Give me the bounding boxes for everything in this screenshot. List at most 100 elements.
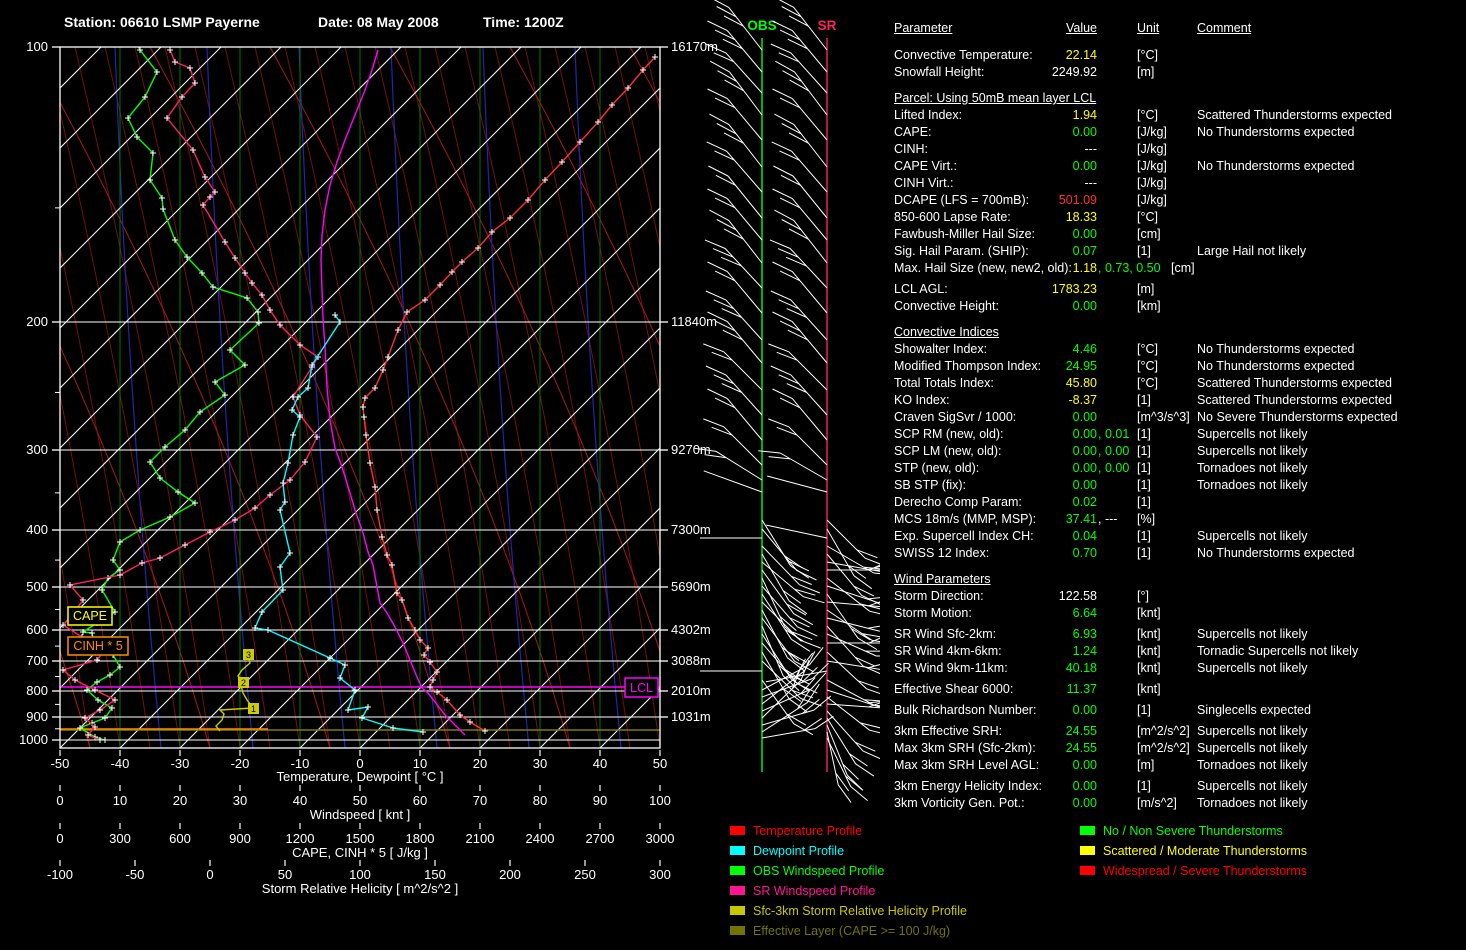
lcl-box-label: LCL bbox=[630, 681, 653, 695]
parameter-value: 0.00 bbox=[980, 124, 1097, 141]
parameter-unit: [J/kg] bbox=[1137, 158, 1167, 175]
windspeed-axis-tick-label: 90 bbox=[593, 793, 607, 808]
parameter-value-2: , 0.00 bbox=[1098, 460, 1129, 477]
parameter-unit: [1] bbox=[1137, 392, 1151, 409]
section-title: Convective Indices bbox=[894, 324, 999, 341]
wind-barb-panel: OBS SR bbox=[694, 0, 880, 803]
parameter-label: CINH: bbox=[894, 141, 928, 158]
wind-barb bbox=[827, 578, 880, 617]
parameter-row: SWISS 12 Index:0.70[1]No Thunderstorms e… bbox=[880, 545, 1466, 562]
wind-barb bbox=[709, 114, 762, 167]
srh-axis-tick-label: 0 bbox=[206, 867, 213, 882]
parameter-row: Exp. Supercell Index CH:0.04[1]Supercell… bbox=[880, 528, 1466, 545]
parameter-unit: [m] bbox=[1137, 281, 1154, 298]
isotherm-line bbox=[180, 47, 880, 748]
moist-adiabat-line bbox=[435, 47, 570, 748]
parameter-row: Max 3km SRH (Sfc-2km):24.55[m^2/s^2]Supe… bbox=[880, 740, 1466, 757]
parameter-value: 1.24 bbox=[980, 643, 1097, 660]
wind-barb bbox=[827, 732, 851, 803]
parameter-label: CAPE Virt.: bbox=[894, 158, 957, 175]
parameter-value-2: , 0.01 bbox=[1098, 426, 1129, 443]
srh-km-marker-label: 2 bbox=[241, 678, 246, 688]
parameter-comment: Scattered Thunderstorms expected bbox=[1197, 107, 1392, 124]
windspeed-axis-tick-label: 60 bbox=[413, 793, 427, 808]
wind-barb bbox=[709, 210, 762, 263]
wind-barb bbox=[774, 210, 827, 263]
parameter-unit: [%] bbox=[1137, 511, 1155, 528]
parameter-label: SWISS 12 Index: bbox=[894, 545, 989, 562]
parameter-comment: No Thunderstorms expected bbox=[1197, 158, 1355, 175]
moist-adiabat-line bbox=[0, 47, 60, 748]
parameter-value: -8.37 bbox=[980, 392, 1097, 409]
parameter-comment: Scattered Thunderstorms expected bbox=[1197, 392, 1392, 409]
legend-item-profile: Effective Layer (CAPE >= 100 J/kg) bbox=[730, 925, 950, 939]
skewt-grid bbox=[0, 47, 880, 748]
parameter-unit: [m^3/s^3] bbox=[1137, 409, 1190, 426]
parameter-unit: [°C] bbox=[1137, 47, 1158, 64]
temperature-axis-tick-label: -20 bbox=[231, 756, 250, 771]
parameter-row: LCL AGL:1783.23[m] bbox=[880, 281, 1466, 298]
sounding-app: { "title": {"station": "Station: 06610 L… bbox=[0, 0, 1466, 950]
parameter-value-2: , 0.00 bbox=[1098, 443, 1129, 460]
windspeed-axis-tick-label: 100 bbox=[649, 793, 671, 808]
parameter-row: SCP LM (new, old):0.00, 0.00[1]Supercell… bbox=[880, 443, 1466, 460]
legend-swatch bbox=[730, 846, 745, 855]
parameter-value: 0.00 bbox=[980, 757, 1097, 774]
wind-barb bbox=[767, 476, 827, 492]
parameter-label: Snowfall Height: bbox=[894, 64, 984, 81]
section-title: Parcel: Using 50mB mean layer LCL bbox=[894, 90, 1096, 107]
altitude-label: 3088m bbox=[671, 653, 711, 668]
parameter-comment: Supercells not likely bbox=[1197, 778, 1307, 795]
legend-label: SR Windspeed Profile bbox=[753, 884, 875, 898]
parameter-row: Modified Thompson Index:24.95[°C]No Thun… bbox=[880, 358, 1466, 375]
temperature-axis-tick-label: -40 bbox=[111, 756, 130, 771]
parameter-label: Lifted Index: bbox=[894, 107, 962, 124]
isotherm-line bbox=[0, 47, 281, 748]
legend-swatch bbox=[730, 886, 745, 895]
wind-barb bbox=[708, 166, 762, 218]
parameter-row: SR Wind 4km-6km:1.24[knt]Tornadic Superc… bbox=[880, 643, 1466, 660]
pressure-label: 300 bbox=[26, 442, 48, 457]
parameter-value: 1783.23 bbox=[980, 281, 1097, 298]
parameter-row: Max. Hail Size (new, new2, old):1.18, 0.… bbox=[880, 260, 1466, 277]
sr-column-label: SR bbox=[818, 18, 837, 33]
parameter-comment: Tornadoes not likely bbox=[1197, 795, 1307, 812]
obs-column-label: OBS bbox=[747, 18, 776, 33]
moist-adiabat-line bbox=[285, 47, 420, 748]
parameter-label: CINH Virt.: bbox=[894, 175, 954, 192]
parameter-unit: [°C] bbox=[1137, 375, 1158, 392]
parameter-row: Convective Temperature:22.14[°C] bbox=[880, 47, 1466, 64]
parameter-value: 4.46 bbox=[980, 341, 1097, 358]
parameter-unit: [knt] bbox=[1137, 643, 1161, 660]
cinh-box-label: CINH * 5 bbox=[73, 639, 122, 653]
isotherm-line bbox=[240, 47, 880, 748]
parameter-value: 37.41 bbox=[980, 511, 1097, 528]
legend-label: OBS Windspeed Profile bbox=[753, 864, 884, 878]
parameter-unit: [knt] bbox=[1137, 660, 1161, 677]
mixing-ratio-line bbox=[391, 47, 437, 748]
pressure-label: 800 bbox=[26, 683, 48, 698]
parameter-unit: [°C] bbox=[1137, 107, 1158, 124]
cape-axis-tick-label: 2400 bbox=[526, 831, 555, 846]
pressure-label: 400 bbox=[26, 522, 48, 537]
pressure-label: 500 bbox=[26, 579, 48, 594]
altitude-label: 4302m bbox=[671, 622, 711, 637]
parameter-row: 3km Energy Helicity Index:0.00[1]Superce… bbox=[880, 778, 1466, 795]
srh-km-marker-label: 3 bbox=[246, 650, 251, 660]
parameter-row: 850-600 Lapse Rate:18.33[°C] bbox=[880, 209, 1466, 226]
legend-label: Temperature Profile bbox=[753, 824, 862, 838]
parameter-row: SR Wind Sfc-2km:6.93[knt]Supercells not … bbox=[880, 626, 1466, 643]
wind-barb bbox=[708, 189, 763, 240]
skewt-diagram: 123CAPECINH * 5LCL1002003004005006007008… bbox=[0, 0, 880, 950]
pressure-label: 1000 bbox=[19, 732, 48, 747]
parameter-value: 0.00 bbox=[980, 226, 1097, 243]
parameter-value: 11.37 bbox=[980, 681, 1097, 698]
parameter-unit: [1] bbox=[1137, 545, 1151, 562]
parameter-value: 6.93 bbox=[980, 626, 1097, 643]
mixing-ratio-line bbox=[483, 47, 529, 748]
parameter-comment: Tornadoes not likely bbox=[1197, 757, 1307, 774]
pressure-label: 200 bbox=[26, 314, 48, 329]
wind-barb bbox=[768, 419, 827, 465]
table-header-row: Parameter Value Unit Comment bbox=[880, 20, 1466, 37]
wind-barb bbox=[827, 586, 880, 603]
